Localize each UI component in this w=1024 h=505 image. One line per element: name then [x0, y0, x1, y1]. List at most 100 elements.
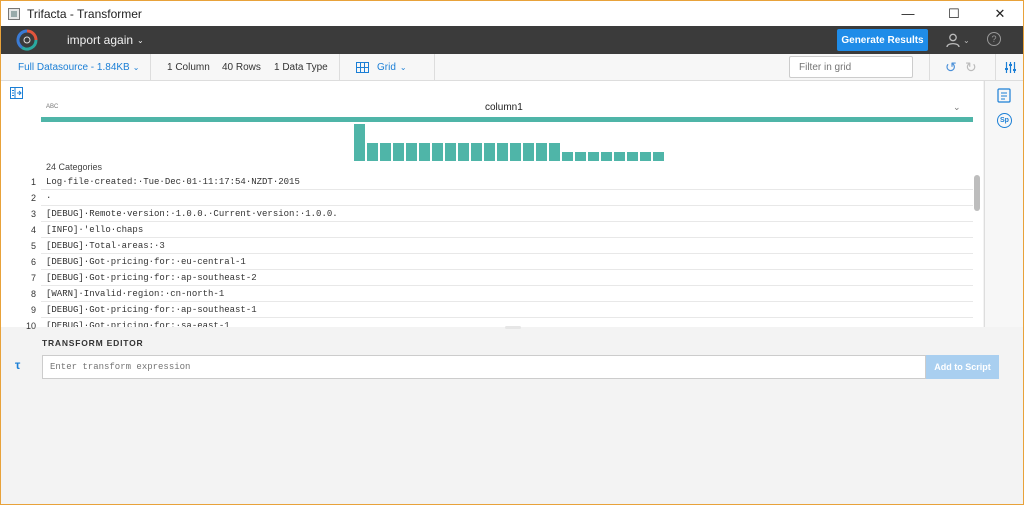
maximize-icon[interactable]: ☐ — [931, 1, 977, 26]
table-row[interactable]: [INFO]·'ello·chaps — [41, 222, 973, 238]
histogram-bar[interactable] — [380, 143, 391, 161]
user-menu[interactable]: ⌄ — [945, 31, 973, 49]
histogram-bar[interactable] — [484, 143, 495, 161]
panel-resize-handle[interactable] — [505, 326, 521, 329]
right-panel: Sp — [984, 81, 1023, 327]
chevron-down-icon: ⌄ — [132, 63, 140, 72]
row-count: 40 Rows — [222, 62, 261, 73]
histogram-bar[interactable] — [393, 143, 404, 161]
table-row[interactable]: [DEBUG]·Got·pricing·for:·ap-southeast-1 — [41, 302, 973, 318]
redo-icon[interactable]: ↻ — [965, 54, 977, 81]
histogram-bar[interactable] — [497, 143, 508, 161]
grid-rows: Log·file·created:·Tue·Dec·01·11:17:54·NZ… — [41, 174, 973, 327]
row-number: 3 — [30, 209, 36, 219]
histogram-bar[interactable] — [588, 152, 599, 161]
row-number: 5 — [30, 241, 36, 251]
flow-name: import again — [67, 33, 134, 47]
histogram-bar[interactable] — [601, 152, 612, 161]
chevron-down-icon: ⌄ — [137, 35, 144, 45]
data-grid: ABC column1 ⌄ 24 Categories Log·file·cre… — [41, 81, 983, 327]
histogram-bar[interactable] — [536, 143, 547, 161]
histogram-bar[interactable] — [419, 143, 430, 161]
generate-results-button[interactable]: Generate Results — [837, 29, 928, 51]
table-row[interactable]: Log·file·created:·Tue·Dec·01·11:17:54·NZ… — [41, 174, 973, 190]
transform-pin-icon[interactable]: τ — [15, 358, 29, 372]
table-row[interactable]: · — [41, 190, 973, 206]
add-to-script-button[interactable]: Add to Script — [926, 355, 999, 379]
grid-icon — [356, 62, 369, 73]
column-header[interactable]: ABC column1 ⌄ — [41, 97, 973, 117]
transform-editor-title: TRANSFORM EDITOR — [42, 338, 144, 348]
histogram-bar[interactable] — [575, 152, 586, 161]
chevron-down-icon: ⌄ — [399, 63, 407, 72]
histogram-bar[interactable] — [432, 143, 443, 161]
histogram-bar[interactable] — [627, 152, 638, 161]
script-icon[interactable] — [997, 88, 1012, 108]
histogram-bar[interactable] — [640, 152, 651, 161]
window-controls: — ☐ ✕ — [885, 1, 1023, 26]
scrollbar-thumb[interactable] — [974, 175, 980, 211]
datasource-dropdown[interactable]: Full Datasource - 1.84KB ⌄ — [18, 54, 139, 81]
toolbar-divider — [995, 54, 996, 81]
row-number: 2 — [30, 193, 36, 203]
row-number: 8 — [30, 289, 36, 299]
minimize-icon[interactable]: — — [885, 1, 931, 26]
user-icon — [946, 33, 960, 48]
row-numbers: 1 2 3 4 5 6 7 8 9 10 — [1, 174, 41, 334]
filter-grid-input[interactable] — [789, 56, 913, 78]
toolbar-divider — [434, 54, 435, 81]
app-window: Trifacta - Transformer — ☐ ✕ import agai… — [0, 0, 1024, 505]
data-quality-bar[interactable] — [41, 117, 973, 122]
chevron-down-icon: ⌄ — [963, 35, 970, 45]
histogram-bar[interactable] — [653, 152, 664, 161]
histogram-bar[interactable] — [354, 124, 365, 161]
row-number: 10 — [25, 321, 36, 331]
row-number: 1 — [30, 177, 36, 187]
row-number: 9 — [30, 305, 36, 315]
table-row[interactable]: [DEBUG]·Got·pricing·for:·ap-southeast-2 — [41, 270, 973, 286]
flow-name-dropdown[interactable]: import again ⌄ — [67, 33, 144, 47]
trifacta-logo-icon[interactable] — [16, 29, 38, 51]
histogram-bar[interactable] — [614, 152, 625, 161]
histogram-bar[interactable] — [367, 143, 378, 161]
table-row[interactable]: [DEBUG]·Got·pricing·for:·eu-central-1 — [41, 254, 973, 270]
help-icon[interactable]: ? — [987, 32, 1001, 46]
row-number: 4 — [30, 225, 36, 235]
toolbar-divider — [150, 54, 151, 81]
datasource-label: Full Datasource - 1.84KB — [18, 62, 130, 73]
histogram-bar[interactable] — [549, 143, 560, 161]
histogram-bar[interactable] — [510, 143, 521, 161]
app-header: import again ⌄ Generate Results ⌄ ? — [1, 26, 1023, 54]
view-dropdown[interactable]: Grid ⌄ — [356, 54, 407, 81]
row-number: 6 — [30, 257, 36, 267]
table-row[interactable]: [DEBUG]·Remote·version:·1.0.0.·Current·v… — [41, 206, 973, 222]
histogram-bar[interactable] — [406, 143, 417, 161]
window-app-icon — [8, 7, 20, 20]
column-type-tag[interactable]: ABC — [46, 104, 58, 110]
table-row[interactable]: [DEBUG]·Total·areas:·3 — [41, 238, 973, 254]
histogram-bar[interactable] — [445, 143, 456, 161]
toolbar: Full Datasource - 1.84KB ⌄ 1 Column 40 R… — [1, 54, 1023, 81]
row-number: 7 — [30, 273, 36, 283]
transform-expression-input[interactable] — [42, 355, 926, 379]
column-name[interactable]: column1 — [485, 102, 523, 113]
column-menu-chevron-icon[interactable]: ⌄ — [953, 102, 961, 113]
toolbar-divider — [339, 54, 340, 81]
column-count: 1 Column — [167, 62, 210, 73]
suggestions-icon[interactable]: Sp — [997, 113, 1012, 128]
histogram-bar[interactable] — [458, 143, 469, 161]
column-histogram[interactable] — [353, 123, 673, 161]
column-browser-icon[interactable] — [10, 86, 23, 104]
grid-vertical-scrollbar[interactable] — [973, 174, 983, 327]
window-title: Trifacta - Transformer — [27, 6, 142, 21]
histogram-bar[interactable] — [523, 143, 534, 161]
histogram-bar[interactable] — [471, 143, 482, 161]
undo-icon[interactable]: ↺ — [945, 54, 957, 81]
datatype-count: 1 Data Type — [274, 62, 328, 73]
toolbar-divider — [929, 54, 930, 81]
settings-sliders-icon[interactable] — [1004, 54, 1017, 81]
table-row[interactable]: [WARN]·Invalid·region:·cn-north-1 — [41, 286, 973, 302]
row-gutter: 1 2 3 4 5 6 7 8 9 10 — [1, 81, 41, 331]
histogram-bar[interactable] — [562, 152, 573, 161]
close-icon[interactable]: ✕ — [977, 1, 1023, 26]
